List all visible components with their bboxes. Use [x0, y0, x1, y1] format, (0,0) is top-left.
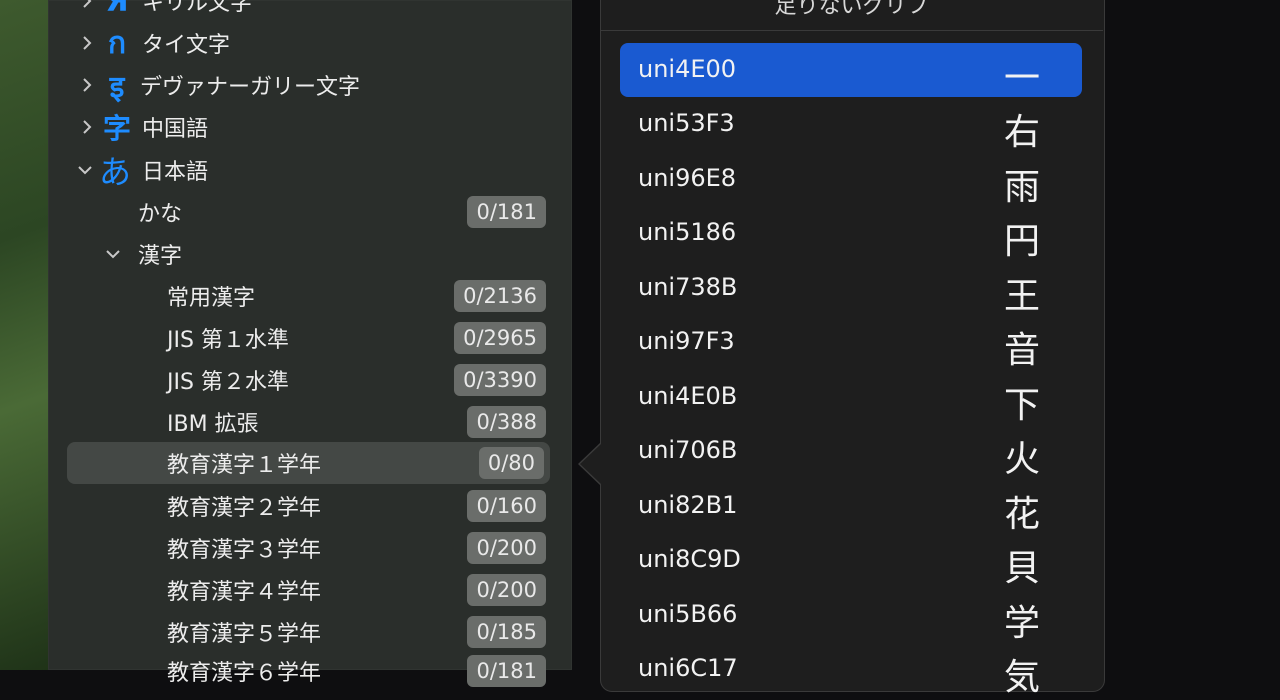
- chinese-script-icon: 字: [102, 112, 131, 145]
- count-badge: 0/181: [467, 655, 546, 687]
- sidebar: Я キリル文字 ก タイ文字 इ デヴァナーガリー文字 字 中国語 あ 日本語 …: [48, 0, 572, 687]
- glyph-preview: 学: [1003, 603, 1040, 644]
- sidebar-item-kanji[interactable]: 漢字: [48, 233, 572, 275]
- sidebar-item-grade3-kanji[interactable]: 教育漢字３学年 0/200: [48, 527, 572, 569]
- sidebar-item-label: キリル文字: [142, 0, 253, 16]
- sidebar-item-grade6-kanji[interactable]: 教育漢字６学年 0/181: [48, 650, 572, 692]
- sidebar-item-label: 教育漢字４学年: [167, 580, 322, 605]
- chevron-down-icon[interactable]: [104, 245, 122, 263]
- sidebar-item-label: デヴァナーガリー文字: [140, 75, 361, 100]
- sidebar-item-cyrillic[interactable]: Я キリル文字: [48, 0, 572, 22]
- sidebar-item-devanagari[interactable]: इ デヴァナーガリー文字: [48, 64, 572, 106]
- popover-title: 足りないグリフ: [774, 0, 929, 16]
- chevron-right-icon[interactable]: [78, 76, 96, 94]
- glyph-preview: 王: [1003, 276, 1040, 317]
- glyph-preview: 音: [1003, 330, 1040, 371]
- glyph-name: uni97F3: [638, 327, 735, 355]
- sidebar-item-label: 教育漢字５学年: [167, 622, 322, 647]
- glyph-preview: 火: [1003, 439, 1040, 480]
- chevron-right-icon[interactable]: [78, 118, 96, 136]
- sidebar-item-label: かな: [138, 202, 183, 227]
- popover-divider: [600, 30, 1103, 31]
- glyph-name: uni96E8: [638, 164, 737, 192]
- count-badge: 0/160: [467, 490, 546, 522]
- devanagari-script-icon: इ: [109, 69, 125, 105]
- sidebar-item-label: IBM 拡張: [167, 412, 259, 437]
- count-badge: 0/80: [478, 447, 544, 479]
- sidebar-item-kana[interactable]: かな 0/181: [48, 191, 572, 233]
- sidebar-item-label: 教育漢字６学年: [167, 661, 322, 686]
- glyph-name: uni706B: [638, 436, 738, 464]
- glyph-row[interactable]: uni96E8 雨: [620, 152, 1082, 208]
- sidebar-item-jis-level2[interactable]: JIS 第２水準 0/3390: [48, 359, 572, 401]
- count-badge: 0/200: [467, 574, 546, 606]
- sidebar-item-chinese[interactable]: 字 中国語: [48, 106, 572, 148]
- glyph-name: uni5B66: [638, 600, 738, 628]
- sidebar-item-grade5-kanji[interactable]: 教育漢字５学年 0/185: [48, 611, 572, 653]
- glyph-row[interactable]: uni5B66 学: [620, 588, 1082, 644]
- sidebar-item-label: 教育漢字３学年: [167, 538, 322, 563]
- glyph-preview: 円: [1003, 221, 1040, 262]
- count-badge: 0/3390: [454, 364, 546, 396]
- glyph-row[interactable]: uni738B 王: [620, 261, 1082, 317]
- glyph-row[interactable]: uni8C9D 貝: [620, 533, 1082, 589]
- glyph-preview: 雨: [1003, 167, 1040, 208]
- popover-arrow: [580, 444, 601, 484]
- glyph-name: uni738B: [638, 273, 738, 301]
- glyph-row[interactable]: uni97F3 音: [620, 315, 1082, 371]
- glyph-name: uni8C9D: [638, 545, 741, 573]
- chevron-right-icon[interactable]: [78, 0, 96, 10]
- glyph-name: uni4E0B: [638, 382, 738, 410]
- glyph-name: uni82B1: [638, 491, 738, 519]
- glyph-row[interactable]: uni4E00 一: [620, 43, 1082, 99]
- sidebar-item-label: JIS 第２水準: [167, 370, 289, 395]
- sidebar-item-label: 教育漢字１学年: [167, 453, 322, 478]
- sidebar-item-label: JIS 第１水準: [167, 328, 289, 353]
- sidebar-item-jis-level1[interactable]: JIS 第１水準 0/2965: [48, 317, 572, 359]
- cyrillic-script-icon: Я: [105, 0, 129, 19]
- sidebar-item-grade1-kanji[interactable]: 教育漢字１学年 0/80: [48, 442, 572, 484]
- count-badge: 0/181: [467, 196, 546, 228]
- sidebar-item-label: 漢字: [138, 244, 183, 269]
- count-badge: 0/388: [467, 406, 546, 438]
- glyph-name: uni5186: [638, 218, 737, 246]
- sidebar-item-ibm-extension[interactable]: IBM 拡張 0/388: [48, 401, 572, 443]
- count-badge: 0/200: [467, 532, 546, 564]
- glyph-row[interactable]: uni6C17 気: [620, 642, 1082, 698]
- sidebar-item-joyo-kanji[interactable]: 常用漢字 0/2136: [48, 275, 572, 317]
- sidebar-item-label: 教育漢字２学年: [167, 496, 322, 521]
- glyph-name: uni53F3: [638, 109, 735, 137]
- count-badge: 0/185: [467, 616, 546, 648]
- thai-script-icon: ก: [107, 25, 127, 61]
- chevron-right-icon[interactable]: [78, 34, 96, 52]
- sidebar-item-label: 中国語: [142, 117, 209, 142]
- sidebar-item-japanese[interactable]: あ 日本語: [48, 149, 572, 191]
- glyph-row[interactable]: uni53F3 右: [620, 97, 1082, 153]
- glyph-row[interactable]: uni5186 円: [620, 206, 1082, 262]
- glyph-preview: 下: [1003, 385, 1040, 426]
- count-badge: 0/2136: [454, 280, 546, 312]
- glyph-preview: 一: [1003, 58, 1040, 99]
- sidebar-item-grade2-kanji[interactable]: 教育漢字２学年 0/160: [48, 485, 572, 527]
- count-badge: 0/2965: [454, 322, 546, 354]
- sidebar-item-thai[interactable]: ก タイ文字: [48, 22, 572, 64]
- glyph-name: uni6C17: [638, 654, 738, 682]
- glyph-preview: 気: [1003, 657, 1040, 698]
- japanese-script-icon: あ: [98, 153, 131, 191]
- sidebar-item-grade4-kanji[interactable]: 教育漢字４学年 0/200: [48, 569, 572, 611]
- chevron-down-icon[interactable]: [76, 161, 94, 179]
- desktop-wallpaper: [0, 0, 48, 670]
- glyph-row[interactable]: uni4E0B 下: [620, 370, 1082, 426]
- glyph-preview: 花: [1003, 494, 1040, 535]
- glyph-row[interactable]: uni706B 火: [620, 424, 1082, 480]
- glyph-preview: 貝: [1003, 548, 1040, 589]
- sidebar-item-label: 常用漢字: [167, 286, 256, 311]
- glyph-name: uni4E00: [638, 55, 737, 83]
- sidebar-item-label: 日本語: [142, 160, 209, 185]
- sidebar-item-label: タイ文字: [142, 33, 231, 58]
- glyph-row[interactable]: uni82B1 花: [620, 479, 1082, 535]
- glyph-preview: 右: [1003, 112, 1040, 153]
